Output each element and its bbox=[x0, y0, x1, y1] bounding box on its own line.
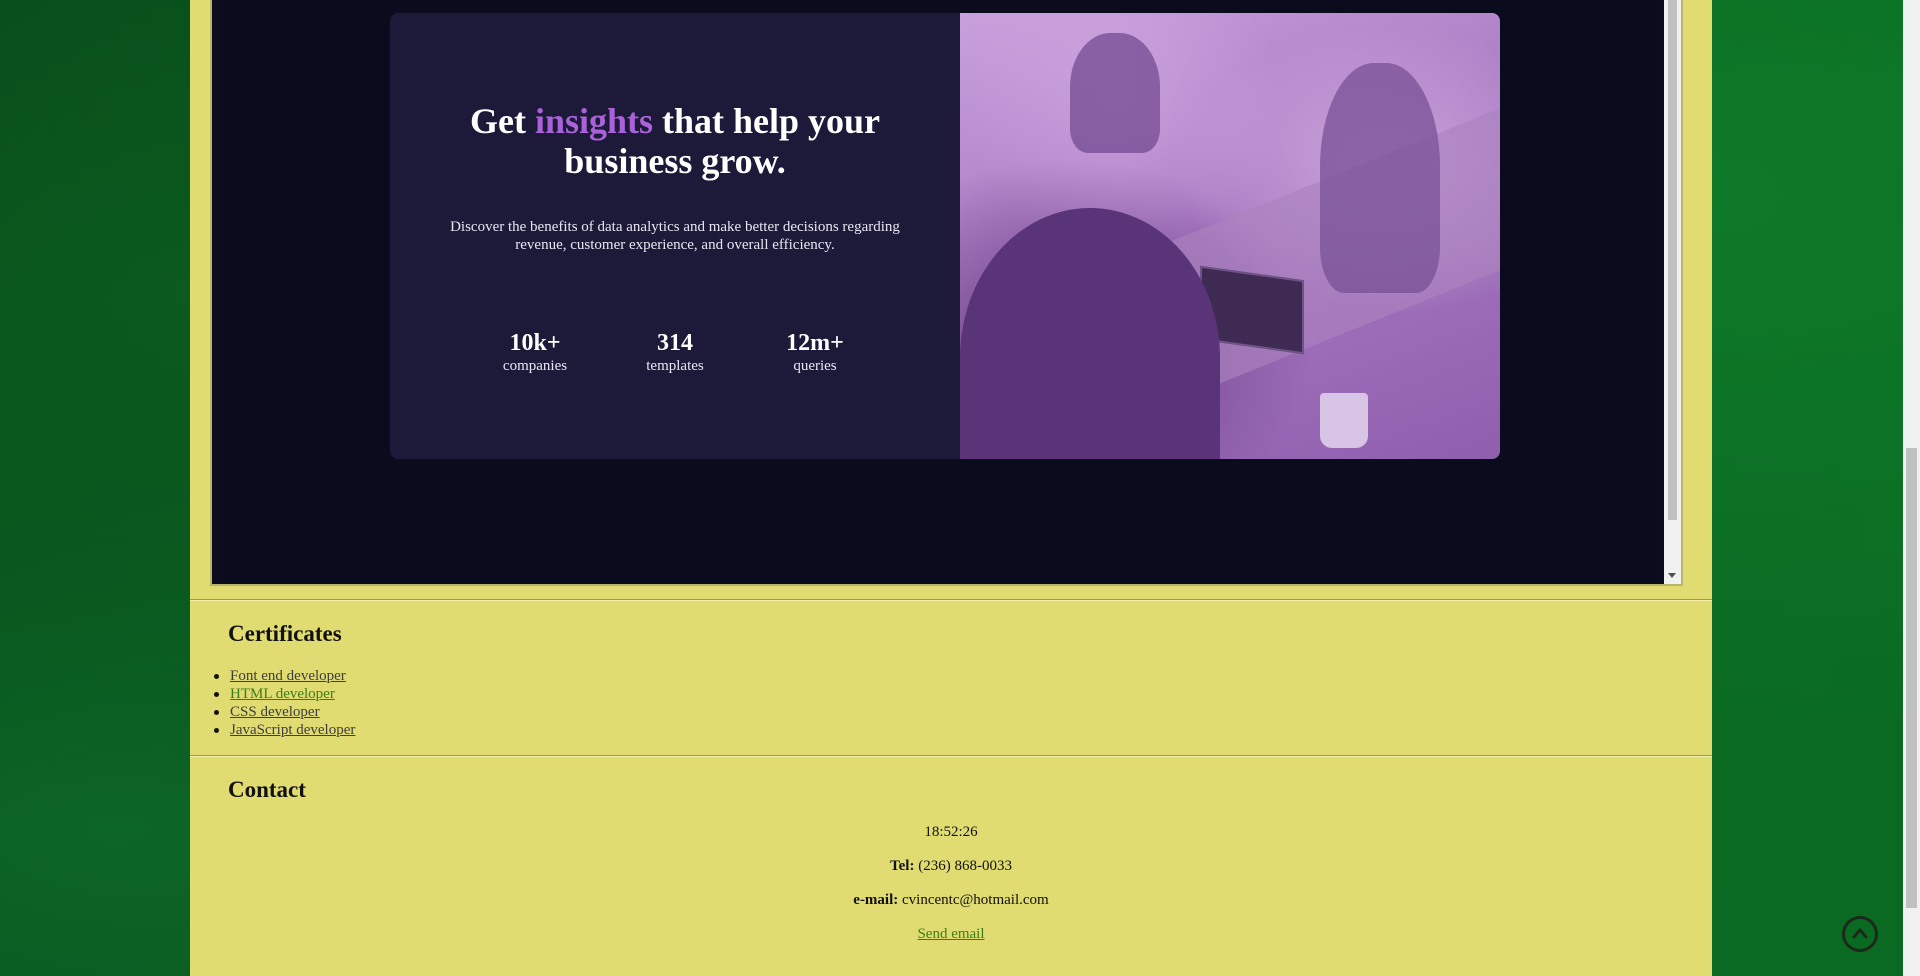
certificate-link-html[interactable]: HTML developer bbox=[230, 686, 335, 702]
stat-value: 314 bbox=[657, 330, 693, 356]
scroll-to-top-button[interactable] bbox=[1842, 916, 1878, 952]
phone-label: Tel: bbox=[890, 858, 915, 874]
list-item: JavaScript developer bbox=[213, 721, 355, 739]
section-divider bbox=[190, 599, 1712, 601]
email-label: e-mail: bbox=[853, 892, 899, 908]
chevron-up-icon bbox=[1852, 928, 1868, 939]
stat-label: templates bbox=[646, 358, 704, 374]
send-email-link[interactable]: Send email bbox=[917, 926, 984, 942]
stat-companies: 10k+ companies bbox=[470, 329, 600, 375]
send-email-row: Send email bbox=[190, 925, 1712, 943]
email-value: cvincentc@hotmail.com bbox=[898, 892, 1049, 908]
photo-person-right bbox=[1320, 63, 1440, 293]
stats-card: Get insights that help your business gro… bbox=[390, 13, 1500, 459]
contact-phone: Tel: (236) 868-0033 bbox=[190, 857, 1712, 875]
list-item: Font end developer bbox=[213, 667, 355, 685]
page-scrollbar-thumb[interactable] bbox=[1906, 448, 1917, 908]
stat-label: companies bbox=[502, 358, 568, 374]
clock-time: 18:52:26 bbox=[924, 824, 978, 840]
office-photo bbox=[960, 13, 1500, 459]
certificates-list: Font end developer HTML developer CSS de… bbox=[213, 667, 355, 739]
contact-email: e-mail: cvincentc@hotmail.com bbox=[190, 891, 1712, 909]
card-description: Discover the benefits of data analytics … bbox=[450, 219, 900, 253]
photo-person-back bbox=[1070, 33, 1160, 153]
stat-value: 12m+ bbox=[786, 330, 844, 356]
embedded-preview-frame[interactable]: Get insights that help your business gro… bbox=[210, 0, 1683, 586]
list-item: CSS developer bbox=[213, 703, 355, 721]
certificate-link-css[interactable]: CSS developer bbox=[230, 704, 320, 720]
page-scrollbar[interactable] bbox=[1903, 0, 1920, 976]
certificates-title: Certificates bbox=[228, 621, 342, 646]
certificate-link-frontend[interactable]: Font end developer bbox=[230, 668, 346, 684]
stat-queries: 12m+ queries bbox=[750, 329, 880, 375]
phone-value: (236) 868-0033 bbox=[914, 858, 1012, 874]
photo-mug bbox=[1320, 393, 1368, 448]
frame-scrollbar[interactable] bbox=[1664, 0, 1681, 584]
section-divider bbox=[190, 755, 1712, 757]
scroll-down-arrow-icon[interactable] bbox=[1668, 573, 1676, 578]
preview-canvas: Get insights that help your business gro… bbox=[222, 0, 1662, 584]
card-title: Get insights that help your business gro… bbox=[469, 101, 881, 181]
stat-templates: 314 templates bbox=[610, 329, 740, 375]
page-container: Get insights that help your business gro… bbox=[190, 0, 1712, 976]
frame-scrollbar-thumb[interactable] bbox=[1668, 0, 1677, 520]
card-title-accent: insights bbox=[534, 101, 653, 141]
stats-row: 10k+ companies 314 templates 12m+ querie… bbox=[470, 329, 880, 375]
stat-label: queries bbox=[793, 358, 837, 374]
certificate-link-javascript[interactable]: JavaScript developer bbox=[230, 722, 355, 738]
contact-title: Contact bbox=[228, 777, 306, 802]
list-item: HTML developer bbox=[213, 685, 355, 703]
stats-card-text: Get insights that help your business gro… bbox=[390, 13, 960, 459]
stat-value: 10k+ bbox=[509, 330, 561, 356]
